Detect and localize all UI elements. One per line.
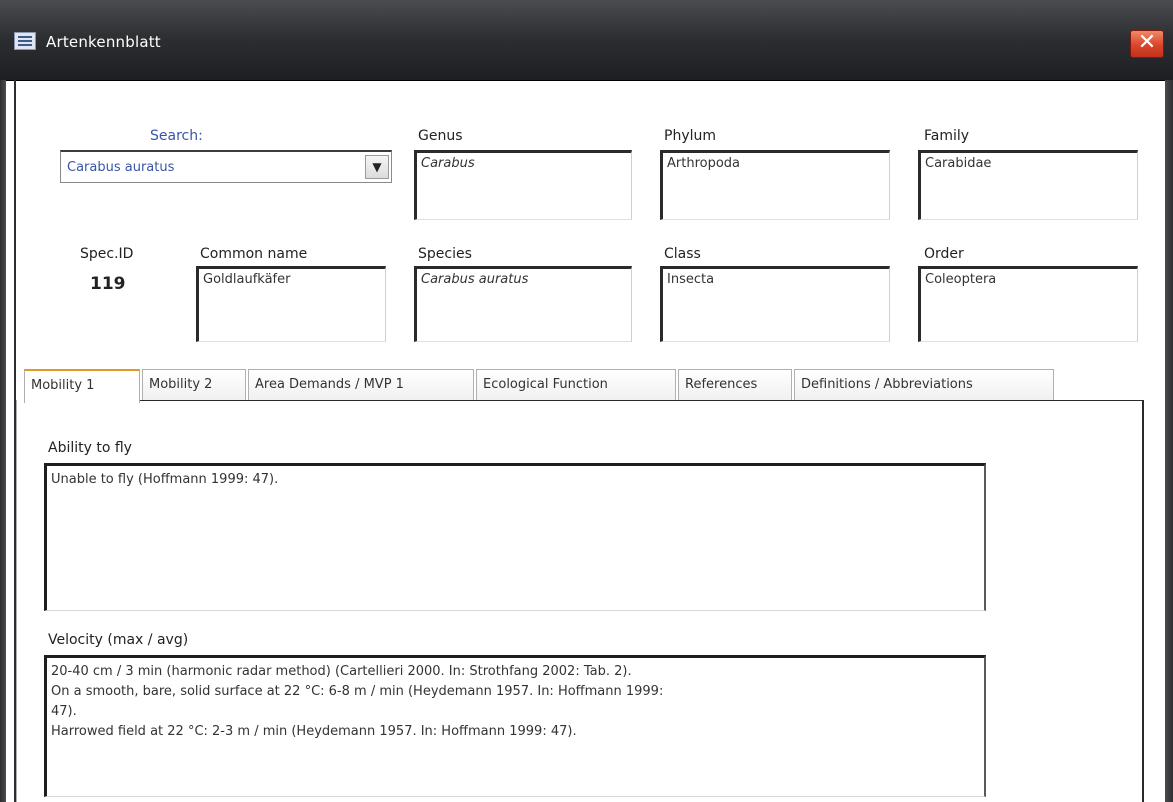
search-combobox[interactable]: Carabus auratus ▼ — [60, 150, 392, 183]
velocity-field[interactable]: 20-40 cm / 3 min (harmonic radar method)… — [44, 655, 986, 797]
genus-field[interactable]: Carabus — [414, 150, 632, 220]
window-title: Artenkennblatt — [46, 33, 161, 51]
window-frame-right — [1165, 80, 1173, 802]
velocity-label: Velocity (max / avg) — [48, 632, 189, 648]
form-icon — [14, 32, 36, 50]
velocity-line: 47). — [51, 704, 77, 719]
order-field[interactable]: Coleoptera — [918, 266, 1138, 342]
class-field[interactable]: Insecta — [660, 266, 890, 342]
velocity-line: 20-40 cm / 3 min (harmonic radar method)… — [51, 664, 632, 679]
family-label: Family — [924, 128, 970, 144]
common-name-label: Common name — [200, 246, 308, 262]
species-field[interactable]: Carabus auratus — [414, 266, 632, 342]
tab-panel-top-border — [130, 400, 1144, 401]
phylum-label: Phylum — [664, 128, 717, 144]
title-bar: Artenkennblatt ✕ — [0, 0, 1173, 81]
chevron-down-icon[interactable]: ▼ — [365, 155, 389, 179]
spec-id-label: Spec.ID — [80, 246, 134, 262]
common-name-field[interactable]: Goldlaufkäfer — [196, 266, 386, 342]
family-field[interactable]: Carabidae — [918, 150, 1138, 220]
order-label: Order — [924, 246, 964, 262]
phylum-field[interactable]: Arthropoda — [660, 150, 890, 220]
search-value[interactable]: Carabus auratus — [67, 160, 174, 175]
velocity-line: On a smooth, bare, solid surface at 22 °… — [51, 684, 664, 699]
tab-definitions[interactable]: Definitions / Abbreviations — [794, 369, 1054, 401]
species-label: Species — [418, 246, 472, 262]
tab-mobility-2[interactable]: Mobility 2 — [142, 369, 246, 401]
search-label: Search: — [150, 128, 203, 144]
ability-to-fly-label: Ability to fly — [48, 440, 132, 456]
tab-references[interactable]: References — [678, 369, 792, 401]
class-label: Class — [664, 246, 701, 262]
tab-ecological-function[interactable]: Ecological Function — [476, 369, 676, 401]
ability-to-fly-field[interactable]: Unable to fly (Hoffmann 1999: 47). — [44, 463, 986, 611]
window-frame-left — [0, 80, 6, 802]
genus-label: Genus — [418, 128, 463, 144]
tab-area-demands[interactable]: Area Demands / MVP 1 — [248, 369, 474, 401]
close-icon[interactable]: ✕ — [1130, 30, 1164, 58]
velocity-line: Harrowed field at 22 °C: 2-3 m / min (He… — [51, 724, 577, 739]
tab-mobility-1[interactable]: Mobility 1 — [24, 369, 140, 403]
artenkennblatt-window: Artenkennblatt ✕ Search: Carabus auratus… — [0, 0, 1173, 802]
tab-strip: Mobility 1 Mobility 2 Area Demands / MVP… — [16, 369, 1136, 403]
spec-id-value: 119 — [90, 274, 126, 294]
